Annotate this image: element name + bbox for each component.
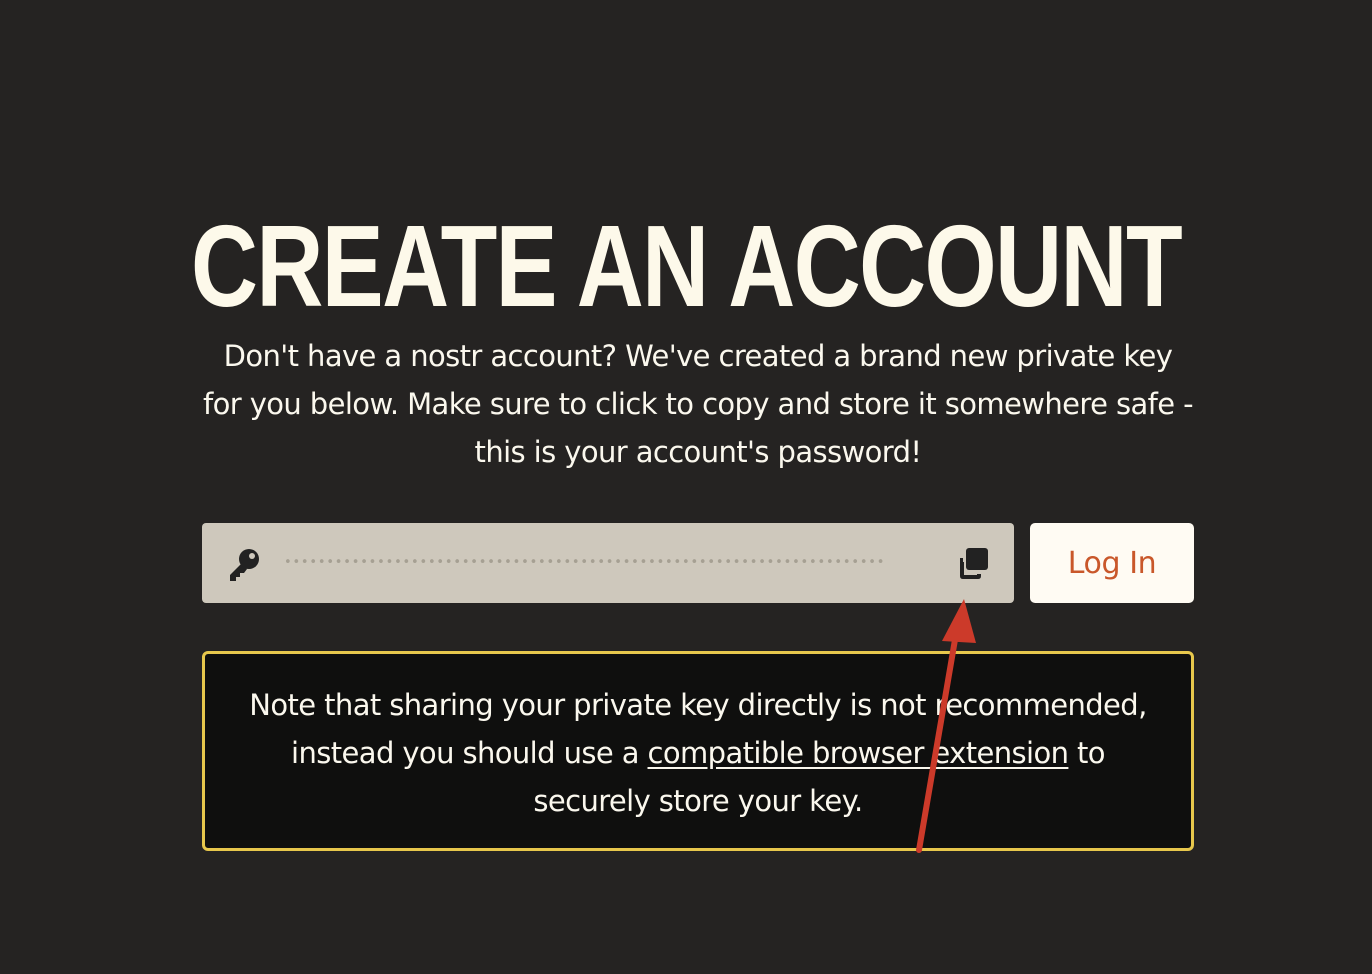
log-in-button[interactable]: Log In <box>1030 523 1194 603</box>
page-title: CREATE AN ACCOUNT <box>190 200 1183 331</box>
intro-text: Don't have a nostr account? We've create… <box>203 339 1194 469</box>
compatible-browser-extension-link[interactable]: compatible browser extension <box>648 736 1070 770</box>
private-key-field[interactable]: ••••••••••••••••••••••••••••••••••••••••… <box>202 523 1014 603</box>
note-box: Note that sharing your private key direc… <box>202 651 1194 851</box>
private-key-value[interactable]: ••••••••••••••••••••••••••••••••••••••••… <box>284 545 884 581</box>
key-icon <box>224 545 264 585</box>
note-text: Note that sharing your private key direc… <box>245 681 1151 825</box>
copy-icon[interactable] <box>955 545 993 583</box>
arrow-head-icon <box>942 599 976 643</box>
